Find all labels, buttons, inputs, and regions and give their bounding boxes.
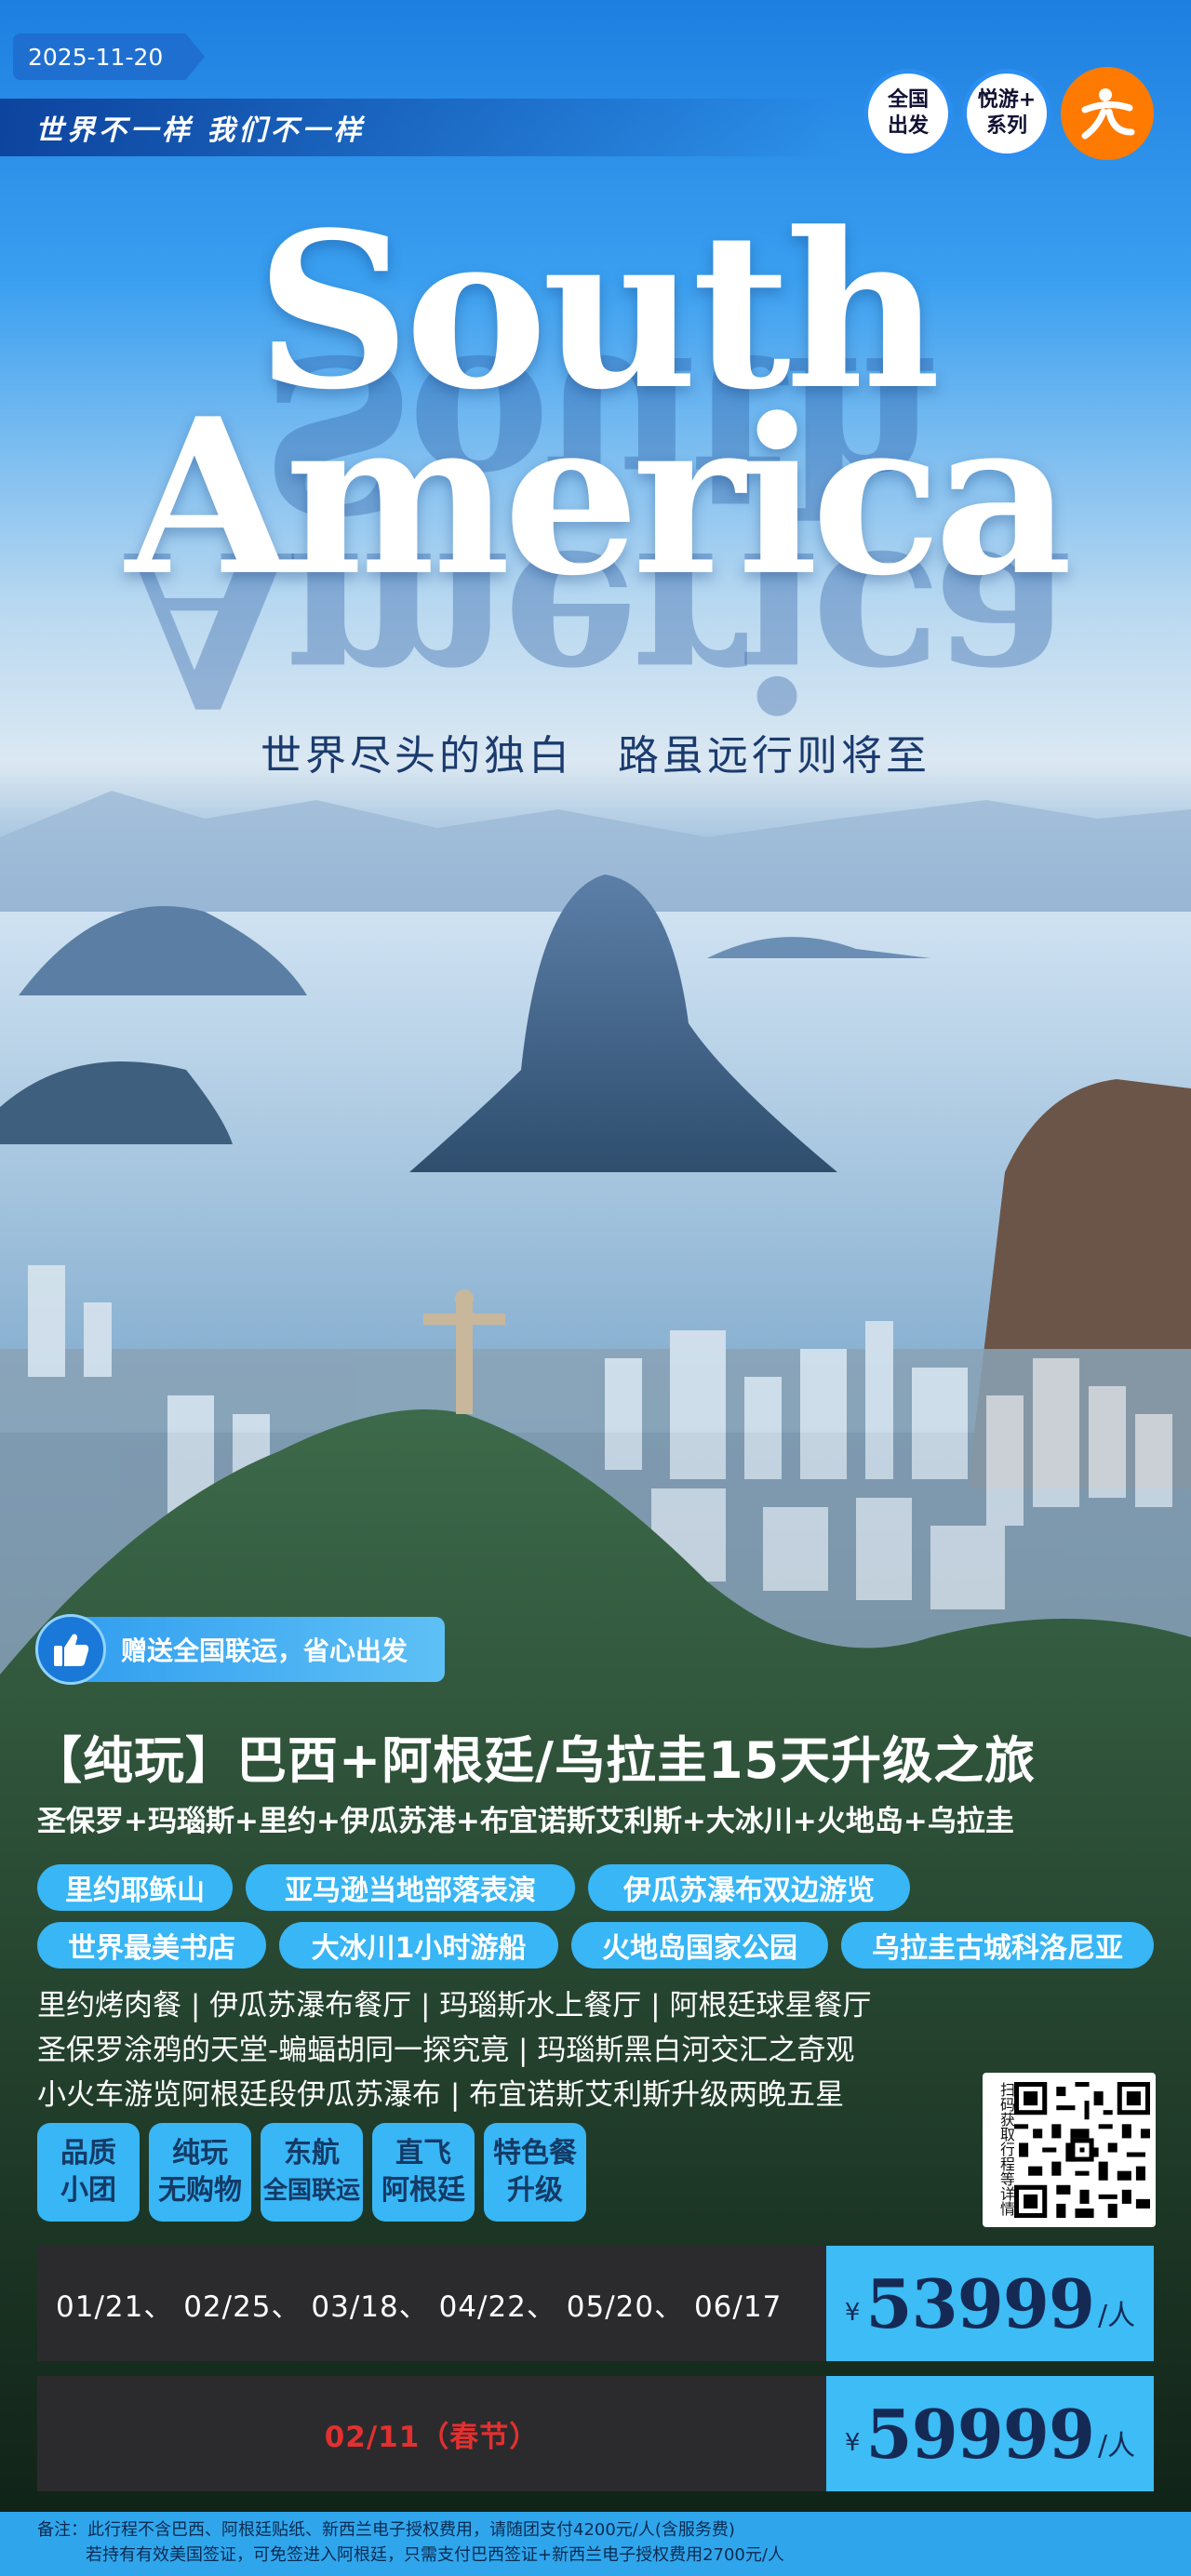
- qr-code[interactable]: 扫码获取行程等详情: [983, 2073, 1156, 2227]
- currency-symbol: ¥: [844, 2429, 861, 2457]
- tag: 亚马逊当地部落表演: [246, 1864, 575, 1911]
- feature-badge: 东航 全国联运: [261, 2123, 363, 2222]
- qr-code-icon: [1014, 2082, 1150, 2218]
- qr-caption: 扫码获取行程等详情: [997, 2082, 1015, 2216]
- feature-l2: 全国联运: [262, 2177, 360, 2205]
- feature-badge: 纯玩 无购物: [149, 2123, 251, 2222]
- feature-l1: 纯玩: [172, 2137, 228, 2169]
- highlight-line: 小火车游览阿根廷段伊瓜苏瀑布 | 布宜诺斯艾利斯升级两晚五星: [37, 2078, 845, 2112]
- feature-l2: 升级: [507, 2174, 563, 2207]
- tag: 火地岛国家公园: [571, 1922, 828, 1969]
- price-amount: 59999: [865, 2394, 1094, 2474]
- product-title: 【纯玩】巴西+阿根廷/乌拉圭15天升级之旅: [32, 1731, 1037, 1790]
- badge-line2: 系列: [985, 114, 1027, 138]
- price-row: 01/21、 02/25、 03/18、 04/22、 05/20、 06/17…: [37, 2246, 1154, 2361]
- price-unit: /人: [1097, 2430, 1136, 2463]
- feature-l2: 阿根廷: [381, 2174, 465, 2207]
- feature-l1: 品质: [60, 2137, 116, 2169]
- brand-logo-icon: [1061, 67, 1154, 160]
- badge-line1: 全国: [887, 88, 929, 112]
- note-bar: 备注：此行程不含巴西、阿根廷贴纸、新西兰电子授权费用，请随团支付4200元/人(…: [0, 2512, 1191, 2576]
- tag: 大冰川1小时游船: [279, 1922, 558, 1969]
- highlight-line: 圣保罗涂鸦的天堂-蝙蝠胡同一探究竟 | 玛瑙斯黑白河交汇之奇观: [37, 2034, 855, 2067]
- feature-l1: 东航: [283, 2137, 340, 2169]
- hero-subtitle: 世界尽头的独白 路虽远行则将至: [261, 732, 930, 780]
- series-badge: 悦游+ 系列: [962, 69, 1051, 158]
- tag: 伊瓜苏瀑布双边游览: [588, 1864, 910, 1911]
- thumbs-up-icon: [54, 1634, 89, 1666]
- title-america: America: [126, 372, 1073, 623]
- price-unit: /人: [1097, 2300, 1136, 2332]
- feature-l1: 直飞: [395, 2137, 451, 2169]
- feature-l2: 小团: [60, 2174, 116, 2207]
- promo-text: 赠送全国联运，省心出发: [121, 1635, 408, 1666]
- tag: 乌拉圭古城科洛尼亚: [841, 1922, 1154, 1969]
- poster: 2025-11-20 世界不一样 我们不一样 全国 出发 悦游+ 系列 Sout…: [0, 0, 1191, 2576]
- currency-symbol: ¥: [844, 2299, 861, 2327]
- feature-badge: 品质 小团: [37, 2123, 140, 2222]
- price-box: ¥ 53999 /人: [826, 2246, 1154, 2361]
- feature-l2: 无购物: [158, 2174, 242, 2207]
- tag: 里约耶稣山: [37, 1864, 233, 1911]
- price-row: 02/11（春节） ¥ 59999 /人: [37, 2376, 1154, 2491]
- feature-badge: 直飞 阿根廷: [372, 2123, 475, 2222]
- departure-dates: 01/21、 02/25、 03/18、 04/22、 05/20、 06/17: [56, 2289, 783, 2324]
- price-amount: 53999: [865, 2263, 1094, 2343]
- route-line: 圣保罗+玛瑙斯+里约+伊瓜苏港+布宜诺斯艾利斯+大冰川+火地岛+乌拉圭: [37, 1805, 1014, 1838]
- badge-line1: 悦游+: [977, 88, 1037, 112]
- departure-dates: 02/11（春节）: [324, 2420, 540, 2454]
- note-line1: 备注：此行程不含巴西、阿根廷贴纸、新西兰电子授权费用，请随团支付4200元/人(…: [37, 2520, 735, 2540]
- feature-l1: 特色餐: [493, 2137, 577, 2169]
- date-tag: 2025-11-20: [13, 33, 205, 80]
- nationwide-departure-badge: 全国 出发: [863, 69, 953, 158]
- highlight-line: 里约烤肉餐 | 伊瓜苏瀑布餐厅 | 玛瑙斯水上餐厅 | 阿根廷球星餐厅: [37, 1989, 872, 2022]
- slogan-banner: 世界不一样 我们不一样: [0, 99, 837, 156]
- note-line2: 若持有有效美国签证，可免签进入阿根廷，只需支付巴西签证+新西兰电子授权费用270…: [86, 2545, 784, 2565]
- price-box: ¥ 59999 /人: [826, 2376, 1154, 2491]
- brand-logo-icon: [1081, 88, 1135, 140]
- feature-badge: 特色餐 升级: [484, 2123, 586, 2222]
- badge-line2: 出发: [887, 114, 929, 138]
- thumbs-up-icon: [35, 1614, 106, 1685]
- tag: 世界最美书店: [37, 1922, 266, 1969]
